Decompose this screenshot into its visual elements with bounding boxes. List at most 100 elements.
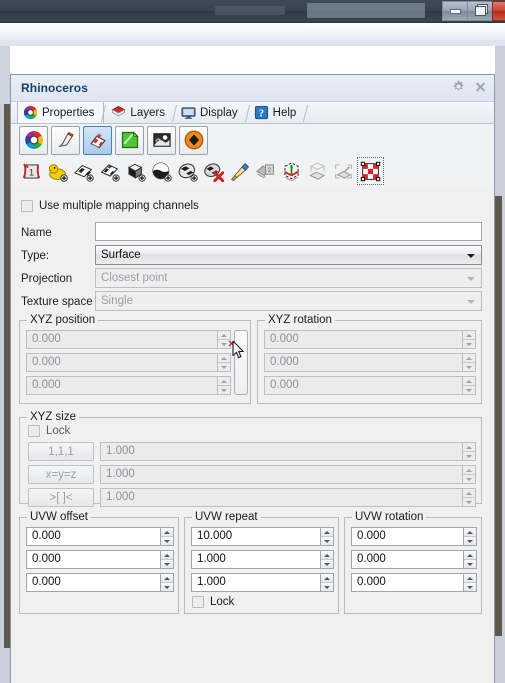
xyz-rotation-x-spin-buttons[interactable] (462, 330, 476, 349)
spin-up-icon[interactable] (464, 574, 476, 582)
uvw-rotation-u-spin-buttons[interactable] (463, 527, 477, 546)
spin-down-icon[interactable] (321, 559, 333, 568)
spin-up-icon[interactable] (464, 551, 476, 559)
xyz-rotation-y-spin-buttons[interactable] (462, 353, 476, 372)
uvw-repeat-w-spinner[interactable]: 1.000 (191, 573, 334, 592)
xyz-size-x-spin-buttons[interactable] (462, 442, 476, 461)
uvw-repeat-u-spinner[interactable]: 10.000 (191, 527, 334, 546)
uvw-offset-w-field[interactable]: 0.000 (26, 573, 160, 592)
spin-down-icon[interactable] (463, 362, 475, 371)
xyz-size-y-spinner[interactable]: 1.000 (100, 465, 476, 484)
spin-up-icon[interactable] (463, 377, 475, 385)
spin-down-icon[interactable] (464, 582, 476, 591)
xyz-size-z-field[interactable]: 1.000 (100, 488, 462, 507)
spin-down-icon[interactable] (218, 385, 230, 394)
spin-up-icon[interactable] (218, 354, 230, 362)
add-sphere-mapping-icon[interactable] (149, 158, 174, 184)
xyz-size-preset-xyz-button[interactable]: x=y=z (28, 465, 94, 484)
uvw-rotation-w-spin-buttons[interactable] (463, 573, 477, 592)
uvw-repeat-v-spinner[interactable]: 1.000 (191, 550, 334, 569)
gear-icon[interactable] (452, 80, 465, 93)
spin-up-icon[interactable] (218, 377, 230, 385)
uvw-repeat-u-spin-buttons[interactable] (320, 527, 334, 546)
uvw-rotation-u-spinner[interactable]: 0.000 (351, 527, 477, 546)
xyz-size-y-spin-buttons[interactable] (462, 465, 476, 484)
uvw-offset-w-spinner[interactable]: 0.000 (26, 573, 174, 592)
spin-down-icon[interactable] (463, 339, 475, 348)
xyz-size-x-spinner[interactable]: 1.000 (100, 442, 476, 461)
xyz-position-z-spin-buttons[interactable] (217, 376, 231, 395)
uvw-repeat-w-spin-buttons[interactable] (320, 573, 334, 592)
spin-up-icon[interactable] (161, 574, 173, 582)
xyz-position-x-field[interactable]: 0.000 (26, 330, 217, 349)
spin-down-icon[interactable] (321, 536, 333, 545)
xyz-position-y-field[interactable]: 0.000 (26, 353, 217, 372)
unwrap-alt-icon[interactable] (331, 158, 356, 184)
xyz-position-y-spin-buttons[interactable] (217, 353, 231, 372)
add-planar-mapping-icon[interactable] (71, 158, 96, 184)
uvw-rotation-v-spin-buttons[interactable] (463, 550, 477, 569)
add-planar-mapping-alt-icon[interactable] (97, 158, 122, 184)
texture-space-dropdown[interactable]: Single (95, 291, 482, 311)
uvw-offset-v-field[interactable]: 0.000 (26, 550, 160, 569)
spin-up-icon[interactable] (161, 528, 173, 536)
spin-down-icon[interactable] (463, 497, 475, 506)
spin-up-icon[interactable] (321, 528, 333, 536)
apply-custom-mapping-icon[interactable] (45, 158, 70, 184)
spin-down-icon[interactable] (321, 582, 333, 591)
uvw-rotation-v-field[interactable]: 0.000 (351, 550, 463, 569)
spin-down-icon[interactable] (161, 559, 173, 568)
restore-button[interactable] (467, 1, 492, 21)
spin-down-icon[interactable] (464, 536, 476, 545)
uvw-repeat-lock-row[interactable]: Lock (192, 596, 234, 608)
uvw-rotation-u-field[interactable]: 0.000 (351, 527, 463, 546)
xyz-position-z-field[interactable]: 0.000 (26, 376, 217, 395)
xyz-size-lock-row[interactable]: Lock (28, 425, 70, 437)
uvw-repeat-u-field[interactable]: 10.000 (191, 527, 320, 546)
show-mapping-icon[interactable]: 1 (19, 158, 44, 184)
xyz-position-z-spinner[interactable]: 0.000 (26, 376, 231, 395)
projection-dropdown[interactable]: Closest point (95, 268, 482, 288)
use-multiple-channels-row[interactable]: Use multiple mapping channels (21, 200, 199, 212)
uvw-offset-u-spin-buttons[interactable] (160, 527, 174, 546)
spin-down-icon[interactable] (463, 385, 475, 394)
xyz-rotation-y-spinner[interactable]: 0.000 (264, 353, 476, 372)
uvw-offset-u-spinner[interactable]: 0.000 (26, 527, 174, 546)
spin-down-icon[interactable] (218, 362, 230, 371)
add-box-mapping-icon[interactable] (123, 158, 148, 184)
xyz-rotation-y-field[interactable]: 0.000 (264, 353, 462, 372)
tab-help[interactable]: ? Help (249, 102, 306, 123)
copy-mapping-icon[interactable]: 2 (253, 158, 278, 184)
xyz-size-preset-111-button[interactable]: 1,1,1 (28, 442, 94, 461)
tab-display[interactable]: Display (176, 102, 247, 123)
xyz-size-lock-checkbox[interactable] (28, 425, 40, 437)
xyz-rotation-z-spin-buttons[interactable] (462, 376, 476, 395)
type-dropdown[interactable]: Surface (95, 245, 482, 265)
material-brush-icon[interactable] (51, 125, 80, 155)
spin-up-icon[interactable] (321, 551, 333, 559)
object-icon[interactable] (179, 125, 208, 155)
remove-mapping-icon[interactable] (201, 158, 226, 184)
name-input[interactable] (95, 222, 482, 241)
spin-down-icon[interactable] (161, 582, 173, 591)
close-icon[interactable] (474, 80, 487, 93)
uvw-repeat-v-spin-buttons[interactable] (320, 550, 334, 569)
spin-down-icon[interactable] (463, 474, 475, 483)
display-color-icon[interactable] (115, 125, 144, 155)
xyz-rotation-z-spinner[interactable]: 0.000 (264, 376, 476, 395)
xyz-position-side-button[interactable] (234, 330, 248, 395)
xyz-size-preset-fit-button[interactable]: >[ ]< (28, 488, 94, 507)
xyz-position-x-spinner[interactable]: 0.000 (26, 330, 231, 349)
mapping-widget-icon[interactable] (279, 158, 304, 184)
xyz-size-z-spin-buttons[interactable] (462, 488, 476, 507)
uvw-rotation-v-spinner[interactable]: 0.000 (351, 550, 477, 569)
environment-icon[interactable] (147, 125, 176, 155)
spin-up-icon[interactable] (321, 574, 333, 582)
close-button[interactable] (492, 1, 505, 21)
tab-properties[interactable]: Properties (17, 102, 105, 123)
spin-up-icon[interactable] (463, 331, 475, 339)
uvw-offset-w-spin-buttons[interactable] (160, 573, 174, 592)
uvw-repeat-v-field[interactable]: 1.000 (191, 550, 320, 569)
uvw-rotation-w-spinner[interactable]: 0.000 (351, 573, 477, 592)
spin-up-icon[interactable] (463, 354, 475, 362)
